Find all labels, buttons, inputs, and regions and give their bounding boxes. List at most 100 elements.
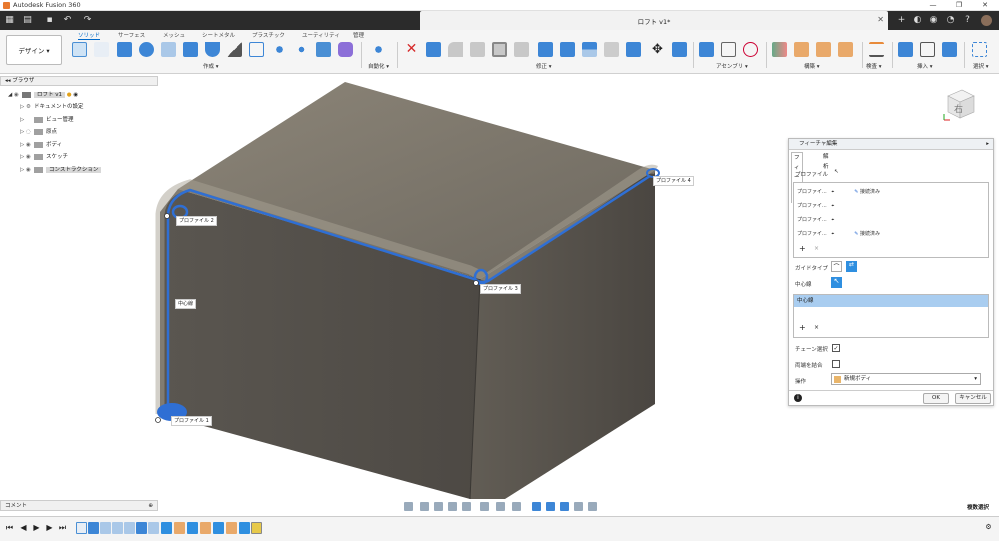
profile-row[interactable]: プロファイ... ⌖ ✎ 接続済み bbox=[797, 230, 880, 237]
timeline-settings-icon[interactable]: ⚙ bbox=[984, 523, 993, 532]
eye-icon[interactable]: ◉ bbox=[14, 90, 22, 100]
align-icon[interactable] bbox=[672, 42, 687, 57]
midplane-icon[interactable] bbox=[838, 42, 853, 57]
browser-item-construction[interactable]: ▷ ◉ コンストラクション bbox=[20, 165, 102, 175]
insert-derive-icon[interactable] bbox=[898, 42, 913, 57]
extrude-icon[interactable] bbox=[117, 42, 132, 57]
chamfer-icon[interactable] bbox=[470, 42, 485, 57]
redo-icon[interactable]: ↷ bbox=[82, 15, 93, 26]
fit-icon[interactable] bbox=[462, 502, 471, 511]
undo-icon[interactable]: ↶ bbox=[62, 15, 73, 26]
delete-icon[interactable]: ✕ bbox=[404, 42, 419, 57]
combine-icon[interactable] bbox=[560, 42, 575, 57]
timeline-sketch[interactable] bbox=[148, 522, 159, 534]
form-icon[interactable] bbox=[338, 42, 353, 57]
emboss-icon[interactable] bbox=[272, 42, 287, 57]
timeline-sketch[interactable] bbox=[124, 522, 135, 534]
comments-panel[interactable]: コメント ⊕ bbox=[0, 500, 158, 511]
document-tab[interactable]: ロフト v1* ✕ bbox=[420, 11, 888, 30]
viewports-icon[interactable] bbox=[512, 502, 521, 511]
browser-item-doc-settings[interactable]: ▷ ⚙ ドキュメントの設定 bbox=[20, 102, 84, 112]
grid-menu-icon[interactable]: ▦ bbox=[4, 15, 15, 26]
tab-manage[interactable]: 管理 bbox=[353, 31, 364, 39]
plane-at-angle-icon[interactable] bbox=[794, 42, 809, 57]
view-top-icon[interactable] bbox=[574, 502, 583, 511]
automate-group-label[interactable]: 自動化 ▾ bbox=[368, 62, 389, 70]
replace-face-icon[interactable] bbox=[582, 42, 597, 57]
browser-item-bodies[interactable]: ▷ ◉ ボディ bbox=[20, 140, 62, 150]
construct-group-label[interactable]: 構築 ▾ bbox=[804, 62, 820, 70]
tab-analysis[interactable]: 解析 bbox=[821, 152, 831, 172]
grid-settings-icon[interactable] bbox=[496, 502, 505, 511]
eye-icon[interactable]: ◉ bbox=[26, 165, 34, 175]
inspect-group-label[interactable]: 検査 ▾ bbox=[866, 62, 882, 70]
timeline-sketch[interactable] bbox=[100, 522, 111, 534]
profile-row[interactable]: プロファイ... ⌖ ✎ 接続済み bbox=[797, 188, 880, 195]
timeline-sketch[interactable] bbox=[112, 522, 123, 534]
look-at-icon[interactable] bbox=[420, 502, 429, 511]
centerline-item[interactable]: 中心線 bbox=[794, 295, 988, 307]
job-status-icon[interactable]: ◉ bbox=[928, 15, 939, 26]
offset-plane-icon[interactable] bbox=[772, 42, 787, 57]
browser-item-origin[interactable]: ▷ ◌ 原点 bbox=[20, 127, 57, 137]
save-icon[interactable]: ▪ bbox=[44, 15, 55, 26]
radio-icon[interactable]: ◉ bbox=[73, 92, 78, 98]
tab-solid[interactable]: ソリッド bbox=[78, 31, 101, 40]
timeline-plane[interactable] bbox=[226, 522, 237, 534]
profile-2-handle[interactable] bbox=[164, 213, 170, 219]
info-icon[interactable]: i bbox=[794, 394, 802, 402]
insert-canvas-icon[interactable] bbox=[942, 42, 957, 57]
fillet-icon[interactable] bbox=[448, 42, 463, 57]
split-face-icon[interactable] bbox=[604, 42, 619, 57]
profile-row[interactable]: プロファイ... ⌖ bbox=[797, 216, 834, 223]
browser-item-sketches[interactable]: ▷ ◉ スケッチ bbox=[20, 152, 68, 162]
close-button[interactable]: ✕ bbox=[972, 0, 998, 11]
sketch-edit-icon[interactable] bbox=[94, 42, 109, 57]
timeline-feature[interactable] bbox=[213, 522, 224, 534]
hole-icon[interactable] bbox=[161, 42, 176, 57]
view-back-icon[interactable] bbox=[546, 502, 555, 511]
eye-icon[interactable]: ◉ bbox=[26, 152, 34, 162]
orbit-icon[interactable] bbox=[404, 502, 413, 511]
box-icon[interactable] bbox=[183, 42, 198, 57]
new-tab-icon[interactable]: + bbox=[896, 15, 907, 26]
minimize-button[interactable]: — bbox=[920, 0, 946, 11]
timeline-sketch[interactable] bbox=[76, 522, 87, 534]
tab-utility[interactable]: ユーティリティ bbox=[302, 31, 340, 39]
eye-icon[interactable]: ◌ bbox=[26, 127, 34, 137]
panel-header[interactable]: フィーチャ編集 ▸ bbox=[789, 139, 993, 150]
scale-icon[interactable] bbox=[538, 42, 553, 57]
panel-collapse-icon[interactable]: ▸ bbox=[986, 139, 989, 150]
timeline-loft[interactable] bbox=[251, 522, 262, 534]
remove-centerline-button[interactable]: × bbox=[814, 324, 819, 331]
motion-link-icon[interactable] bbox=[743, 42, 758, 57]
tab-plastic[interactable]: プラスチック bbox=[252, 31, 285, 39]
press-pull-icon[interactable] bbox=[426, 42, 441, 57]
next-step-icon[interactable]: ▶ bbox=[45, 523, 54, 532]
timeline-feature[interactable] bbox=[239, 522, 250, 534]
split-body-icon[interactable] bbox=[626, 42, 641, 57]
guide-centerline-icon[interactable]: ⇄ bbox=[846, 261, 857, 272]
file-menu-icon[interactable]: ▤ bbox=[22, 15, 33, 26]
merge-ends-checkbox[interactable] bbox=[832, 360, 840, 368]
timeline-extrude[interactable] bbox=[88, 522, 99, 534]
timeline-feature[interactable] bbox=[161, 522, 172, 534]
operation-select[interactable]: 新規ボディ ▾ bbox=[831, 373, 981, 385]
centerline-select-icon[interactable]: ↖ bbox=[831, 277, 842, 288]
tab-surface[interactable]: サーフェス bbox=[118, 31, 145, 39]
create-group-label[interactable]: 作成 ▾ bbox=[203, 62, 219, 70]
first-step-icon[interactable]: ⏮ bbox=[5, 523, 14, 532]
cancel-button[interactable]: キャンセル bbox=[955, 393, 991, 404]
profile-row[interactable]: プロファイ... ⌖ bbox=[797, 202, 834, 209]
create-sketch-icon[interactable] bbox=[72, 42, 87, 57]
extensions-icon[interactable]: ◐ bbox=[912, 15, 923, 26]
loft-icon[interactable] bbox=[205, 42, 220, 57]
select-group-label[interactable]: 選択 ▾ bbox=[973, 62, 989, 70]
tab-sheetmetal[interactable]: シートメタル bbox=[202, 31, 235, 39]
rib-icon[interactable] bbox=[227, 42, 242, 57]
timeline-feature[interactable] bbox=[136, 522, 147, 534]
display-settings-icon[interactable] bbox=[480, 502, 489, 511]
chain-select-checkbox[interactable]: ✓ bbox=[832, 344, 840, 352]
guide-rails-icon[interactable]: ⌒ bbox=[831, 261, 842, 272]
comments-add-icon[interactable]: ⊕ bbox=[148, 501, 153, 511]
